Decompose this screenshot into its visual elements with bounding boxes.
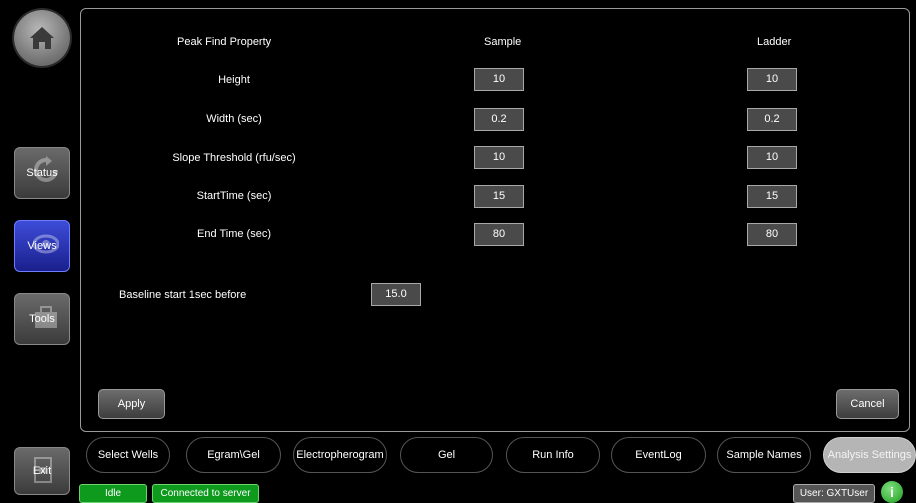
sample-height-input[interactable]: 10	[474, 68, 524, 91]
home-icon	[30, 27, 54, 49]
ladder-end-time-input[interactable]: 80	[747, 223, 797, 246]
status-bar: Idle Connected to server User: GXTUser i	[78, 481, 916, 503]
tab-select-wells[interactable]: Select Wells	[86, 437, 170, 473]
view-tab-bar: Select Wells Egram\Gel Electropherogram …	[80, 437, 916, 473]
baseline-label: Baseline start 1sec before	[119, 289, 247, 301]
sample-slope-threshold-input[interactable]: 10	[474, 146, 524, 169]
tools-button-label: Tools	[29, 313, 55, 325]
home-button[interactable]	[14, 10, 70, 66]
tab-eventlog[interactable]: EventLog	[611, 437, 706, 473]
tab-gel[interactable]: Gel	[400, 437, 493, 473]
sample-width-input[interactable]: 0.2	[474, 108, 524, 131]
width-label: Width (sec)	[206, 113, 262, 125]
connection-status-badge: Connected to server	[152, 484, 259, 503]
status-button[interactable]: Status	[14, 147, 70, 199]
exit-button[interactable]: Exit	[14, 447, 70, 495]
ladder-start-time-input[interactable]: 15	[747, 185, 797, 208]
ladder-height-input[interactable]: 10	[747, 68, 797, 91]
tab-run-info[interactable]: Run Info	[506, 437, 600, 473]
apply-button[interactable]: Apply	[98, 389, 165, 419]
baseline-input[interactable]: 15.0	[371, 283, 421, 306]
sample-end-time-input[interactable]: 80	[474, 223, 524, 246]
peak-find-settings-panel: Peak Find Property Sample Ladder Height …	[80, 8, 910, 432]
sample-start-time-input[interactable]: 15	[474, 185, 524, 208]
exit-button-label: Exit	[32, 465, 52, 477]
left-nav-rail: Status Views Tools Exit	[0, 0, 78, 503]
sample-column-header: Sample	[484, 36, 522, 48]
ladder-column-header: Ladder	[757, 36, 792, 48]
start-time-label: StartTime (sec)	[196, 190, 272, 202]
views-button[interactable]: Views	[14, 220, 70, 272]
tab-egram-gel[interactable]: Egram\Gel	[186, 437, 281, 473]
tools-button[interactable]: Tools	[14, 293, 70, 345]
info-icon[interactable]: i	[881, 481, 903, 503]
tab-analysis-settings[interactable]: Analysis Settings	[823, 437, 916, 473]
idle-status-badge: Idle	[79, 484, 147, 503]
end-time-label: End Time (sec)	[197, 228, 271, 240]
ladder-width-input[interactable]: 0.2	[747, 108, 797, 131]
ladder-slope-threshold-input[interactable]: 10	[747, 146, 797, 169]
property-column-header: Peak Find Property	[177, 36, 272, 48]
cancel-button[interactable]: Cancel	[836, 389, 899, 419]
views-button-label: Views	[27, 240, 57, 252]
status-button-label: Status	[26, 167, 58, 179]
height-label: Height	[218, 74, 250, 86]
user-badge: User: GXTUser	[793, 484, 875, 503]
tab-sample-names[interactable]: Sample Names	[717, 437, 811, 473]
tab-electropherogram[interactable]: Electropherogram	[293, 437, 387, 473]
slope-threshold-label: Slope Threshold (rfu/sec)	[172, 152, 296, 164]
